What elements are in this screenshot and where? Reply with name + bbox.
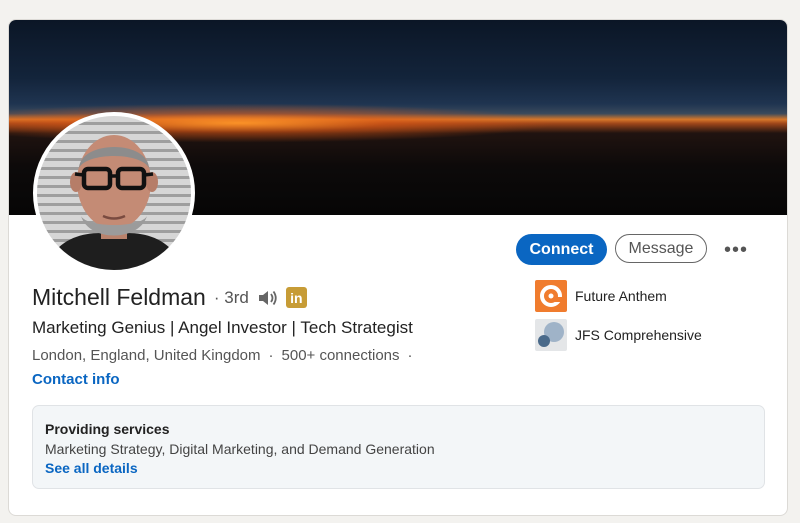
services-list: Marketing Strategy, Digital Marketing, a… [45, 441, 435, 457]
profile-headline: Marketing Genius | Angel Investor | Tech… [32, 318, 413, 337]
jfs-comprehensive-logo-icon [535, 319, 567, 351]
contact-info-link[interactable]: Contact info [32, 371, 120, 388]
see-all-details-link[interactable]: See all details [45, 460, 138, 476]
company-item[interactable]: Future Anthem [535, 280, 702, 312]
connect-button[interactable]: Connect [516, 234, 607, 265]
company-name: Future Anthem [575, 288, 667, 304]
profile-name: Mitchell Feldman [32, 284, 206, 310]
connections-count[interactable]: 500+ connections [282, 347, 400, 364]
company-list: Future Anthem JFS Comprehensive [535, 280, 702, 358]
profile-location: London, England, United Kingdom [32, 347, 261, 364]
name-row: Mitchell Feldman · 3rd in [32, 284, 307, 311]
future-anthem-logo-icon [535, 280, 567, 312]
services-title: Providing services [45, 421, 170, 437]
name-pronunciation-speaker-icon[interactable] [257, 289, 279, 307]
profile-meta: London, England, United Kingdom · 500+ con… [32, 347, 413, 364]
profile-actions: Connect Message ••• [9, 233, 787, 267]
linkedin-premium-icon: in [285, 287, 307, 308]
message-button[interactable]: Message [615, 234, 707, 263]
providing-services-section: Providing services Marketing Strategy, D… [32, 405, 765, 489]
more-options-button[interactable]: ••• [717, 236, 755, 264]
company-item[interactable]: JFS Comprehensive [535, 319, 702, 351]
company-name: JFS Comprehensive [575, 327, 702, 343]
connection-degree: · 3rd [213, 287, 249, 307]
profile-card: Connect Message ••• Mitchell Feldman · 3… [8, 19, 788, 516]
